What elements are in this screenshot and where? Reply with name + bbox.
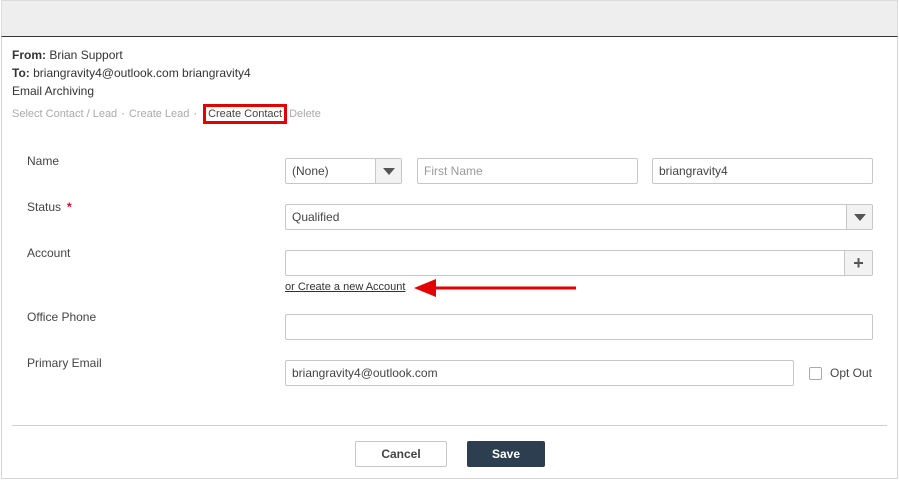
status-label: Status * [27, 200, 72, 214]
name-label: Name [27, 154, 60, 168]
separator: · [121, 108, 125, 120]
to-label: To: [12, 66, 30, 80]
delete-link[interactable]: Delete [289, 108, 321, 120]
last-name-input[interactable] [652, 158, 873, 184]
account-label: Account [27, 246, 71, 260]
from-value: Brian Support [49, 48, 123, 62]
required-marker: * [67, 200, 72, 214]
primary-email-input[interactable] [285, 360, 794, 386]
salutation-select[interactable]: (None) [285, 158, 402, 184]
create-lead-link[interactable]: Create Lead [129, 108, 190, 120]
office-phone-label: Office Phone [27, 310, 97, 324]
email-from: From: Brian Support [12, 48, 123, 62]
status-select[interactable]: Qualified [285, 204, 873, 230]
salutation-value: (None) [292, 164, 329, 178]
office-phone-input[interactable] [285, 314, 873, 340]
to-value: briangravity4@outlook.com briangravity4 [33, 66, 251, 80]
first-name-input[interactable] [417, 158, 638, 184]
status-value: Qualified [292, 210, 340, 224]
dialog-header-bar [1, 0, 898, 37]
create-contact-link[interactable]: Create Contact [203, 104, 288, 124]
plus-icon[interactable]: + [844, 251, 872, 275]
opt-out-checkbox[interactable] [809, 366, 822, 380]
account-field[interactable]: + [285, 250, 873, 276]
account-input[interactable] [286, 251, 842, 275]
cancel-button[interactable]: Cancel [355, 441, 447, 467]
chevron-down-icon[interactable] [846, 205, 872, 229]
status-label-text: Status [27, 200, 62, 214]
opt-out-label: Opt Out [830, 366, 873, 380]
chevron-down-icon[interactable] [375, 159, 401, 183]
annotation-arrow-icon [414, 279, 576, 297]
footer-divider [12, 425, 887, 426]
opt-out-control[interactable]: Opt Out [809, 366, 872, 380]
email-subject: Email Archiving [12, 84, 95, 98]
create-new-account-link[interactable]: or Create a new Account [285, 281, 405, 293]
action-links: Select Contact / Lead · Create Lead · Cr… [12, 104, 321, 124]
primary-email-label: Primary Email [27, 356, 102, 370]
save-button[interactable]: Save [467, 441, 545, 467]
select-contact-lead-link[interactable]: Select Contact / Lead [12, 108, 117, 120]
from-label: From: [12, 48, 46, 62]
email-to: To: briangravity4@outlook.com briangravi… [12, 66, 251, 80]
separator: · [193, 108, 198, 120]
